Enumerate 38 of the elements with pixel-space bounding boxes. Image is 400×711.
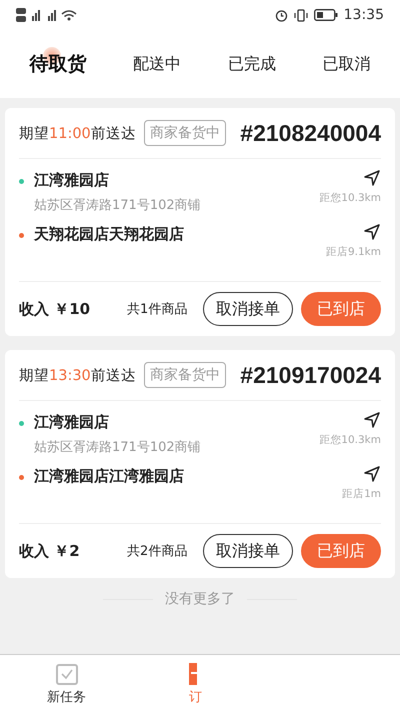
- battery-icon: [314, 9, 338, 21]
- income: 收入 ￥2: [19, 542, 81, 560]
- status-tag: 商家备货中: [144, 120, 226, 146]
- store-name: 江湾雅园店江湾雅园店: [34, 467, 185, 486]
- alarm-icon: [274, 8, 288, 22]
- expected-time: 期望13:30前送达: [19, 366, 136, 384]
- order-tab[interactable]: 配送中: [129, 45, 186, 83]
- store-address: 姑苏区胥涛路171号102商铺: [34, 197, 202, 214]
- distance: 距店1m: [342, 487, 381, 501]
- status-tag: 商家备货中: [144, 362, 226, 388]
- distance: 距店9.1km: [326, 245, 381, 259]
- no-more-text: 没有更多了: [165, 590, 235, 608]
- store-address: 姑苏区胥涛路171号102商铺: [34, 439, 202, 456]
- distance: 距您10.3km: [319, 191, 381, 205]
- task-icon: [56, 663, 78, 685]
- order-number: #2108240004: [240, 120, 381, 146]
- order-tab[interactable]: 已完成: [224, 45, 280, 83]
- order-number: #2109170024: [240, 362, 381, 388]
- navigation-icon[interactable]: [363, 223, 381, 241]
- navigation-icon[interactable]: [363, 465, 381, 483]
- cancel-order-button[interactable]: 取消接单: [203, 292, 293, 326]
- vibrate-icon: [294, 8, 308, 22]
- store-name: 天翔花园店天翔花园店: [34, 225, 185, 244]
- distance: 距您10.3km: [319, 433, 381, 447]
- store-name: 江湾雅园店: [34, 171, 110, 190]
- navigation-icon[interactable]: [363, 411, 381, 429]
- order-tab[interactable]: 已取消: [318, 45, 375, 83]
- item-count: 共2件商品: [127, 543, 188, 560]
- income: 收入 ￥10: [19, 300, 92, 318]
- nav-tab[interactable]: 新任务: [0, 655, 133, 711]
- order-tab[interactable]: 待取货: [25, 45, 90, 83]
- navigation-icon[interactable]: [363, 169, 381, 187]
- cancel-order-button[interactable]: 取消接单: [203, 534, 293, 568]
- order-icon: [189, 663, 197, 685]
- item-count: 共1件商品: [127, 301, 188, 318]
- expected-time: 期望11:00前送达: [19, 124, 136, 142]
- store-name: 江湾雅园店: [34, 413, 110, 432]
- clock-time: 13:35: [344, 7, 384, 23]
